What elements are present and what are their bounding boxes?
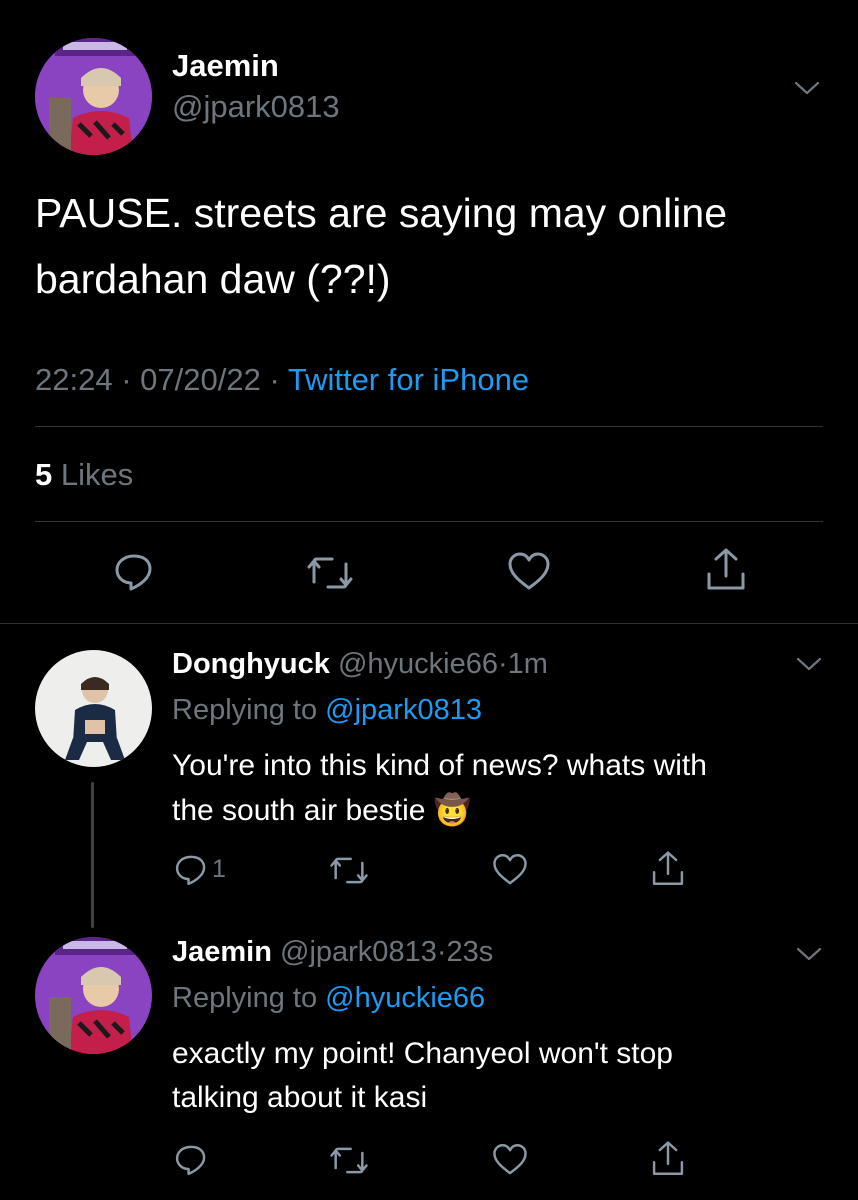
reply-text: the south air bestie [172,794,426,827]
avatar[interactable] [35,650,152,767]
avatar[interactable] [35,937,152,1054]
chevron-down-icon[interactable] [794,944,824,969]
thread-line [91,782,94,928]
reply-text-line-1: exactly my point! Chanyeol won't stop [172,1037,673,1070]
retweet-icon[interactable] [329,853,369,888]
reply-icon[interactable] [112,550,156,594]
replying-to: Replying to @jpark0813 [172,694,482,727]
likes-summary[interactable]: 5 Likes [35,457,133,493]
tweet-date: 07/20/22 [140,362,261,397]
heart-icon[interactable] [491,852,529,888]
reply-header: Donghyuck @hyuckie66·1m [172,648,548,681]
author-name[interactable]: Jaemin [172,936,272,968]
replying-label: Replying to [172,982,318,1014]
reply-header: Jaemin @jpark0813·23s [172,936,493,969]
likes-label: Likes [60,457,134,492]
separator: · [498,648,508,680]
divider [35,521,823,522]
separator: · [436,936,447,968]
retweet-icon[interactable] [306,552,354,594]
heart-icon[interactable] [491,1142,529,1178]
replying-handle[interactable]: @hyuckie66 [325,982,485,1014]
share-icon[interactable] [650,1139,686,1179]
tweet-time: 22:24 [35,362,113,397]
tweet-age: 23s [446,936,494,968]
replying-to: Replying to @hyuckie66 [172,982,485,1015]
heart-icon[interactable] [506,550,552,594]
reply-icon[interactable] [173,852,209,888]
divider [0,623,858,624]
separator: · [121,362,132,397]
tweet-age: 1m [507,648,548,680]
tweet-source[interactable]: Twitter for iPhone [288,362,529,397]
retweet-icon[interactable] [329,1143,369,1178]
reply-text-line-1: You're into this kind of news? whats wit… [172,749,707,782]
likes-count: 5 [35,457,53,492]
tweet-text-line-2: bardahan daw (??!) [35,256,391,302]
reply-text-line-2: the south air bestie 🤠 [172,793,471,828]
author-handle[interactable]: @jpark0813 [172,89,340,125]
reply-count: 1 [212,855,226,883]
avatar[interactable] [35,38,152,155]
chevron-down-icon[interactable] [794,654,824,679]
share-icon[interactable] [650,849,686,889]
reply-text-line-2: talking about it kasi [172,1081,428,1114]
replying-label: Replying to [172,694,318,726]
divider [35,426,823,427]
tweet-text-line-1: PAUSE. streets are saying may online [35,190,727,236]
replying-handle[interactable]: @jpark0813 [325,694,482,726]
tweet-meta: 22:24 · 07/20/22 · Twitter for iPhone [35,362,529,398]
author-handle[interactable]: @jpark0813 [280,936,437,968]
chevron-down-icon[interactable] [792,78,822,103]
author-handle[interactable]: @hyuckie66 [338,648,498,680]
author-name[interactable]: Donghyuck [172,648,330,680]
share-icon[interactable] [704,546,748,594]
cowboy-emoji: 🤠 [433,794,472,827]
author-name[interactable]: Jaemin [172,48,279,84]
separator: · [269,362,280,397]
reply-icon[interactable] [173,1142,209,1178]
